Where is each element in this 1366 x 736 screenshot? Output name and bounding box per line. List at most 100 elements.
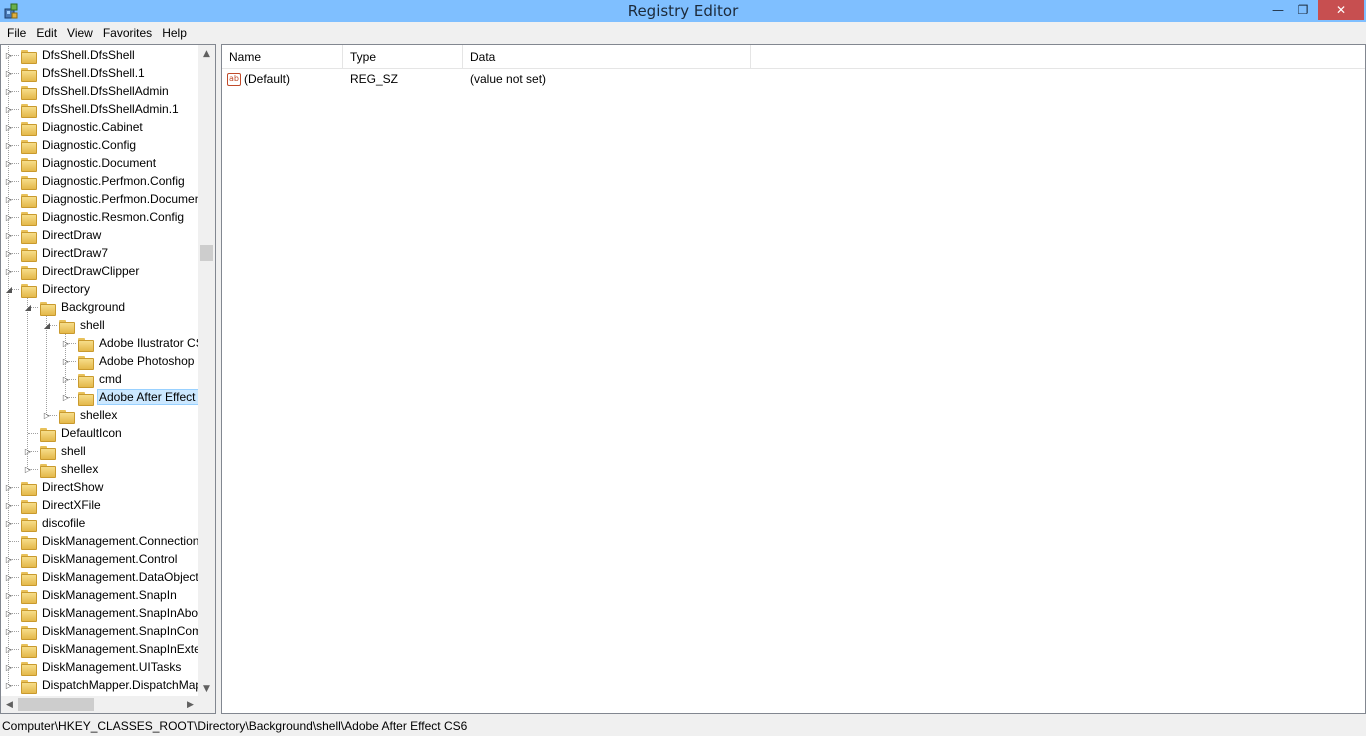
tree-node[interactable]: ▷ Adobe Photoshop (: [61, 352, 199, 370]
folder-icon: [20, 534, 37, 550]
expand-arrow-icon[interactable]: ▷: [4, 478, 14, 496]
menu-help[interactable]: Help: [157, 26, 192, 40]
tree-node[interactable]: ▷ DiskManagement.UITasks: [4, 658, 183, 676]
tree-node[interactable]: ▷ Diagnostic.Document: [4, 154, 158, 172]
column-header-type[interactable]: Type: [343, 45, 463, 69]
tree-node[interactable]: ▷ DispatchMapper.DispatchMap: [4, 676, 199, 694]
tree-node[interactable]: ▷ shell: [23, 442, 88, 460]
tree-node[interactable]: ◢ Background: [23, 298, 127, 316]
tree-node[interactable]: ▷ DfsShell.DfsShellAdmin: [4, 82, 171, 100]
expand-arrow-icon[interactable]: ▷: [4, 262, 14, 280]
tree-node[interactable]: ▷ DiskManagement.SnapIn: [4, 586, 179, 604]
tree-node[interactable]: ▷ cmd: [61, 370, 124, 388]
expand-arrow-icon[interactable]: ▷: [4, 172, 14, 190]
collapse-arrow-icon[interactable]: ◢: [23, 298, 33, 316]
expand-arrow-icon[interactable]: ▷: [4, 82, 14, 100]
tree-node[interactable]: DefaultIcon: [23, 424, 124, 442]
expand-arrow-icon[interactable]: ▷: [4, 514, 14, 532]
tree-node[interactable]: ▷ Adobe After Effect (: [61, 388, 199, 406]
tree-node-label: shellex: [80, 408, 118, 422]
tree-node[interactable]: ▷ Diagnostic.Perfmon.Documen: [4, 190, 199, 208]
expand-arrow-icon[interactable]: ▷: [4, 244, 14, 262]
tree-node[interactable]: ▷ DfsShell.DfsShell.1: [4, 64, 147, 82]
tree-horizontal-scrollbar[interactable]: ◀ ▶: [1, 696, 199, 713]
registry-tree[interactable]: ▷ DfsShell.DfsShell ▷ DfsShell.DfsShell.1 ▷ D…: [1, 45, 199, 697]
column-header-name[interactable]: Name: [222, 45, 343, 69]
collapse-arrow-icon[interactable]: ◢: [42, 316, 52, 334]
scroll-up-arrow-icon[interactable]: ▲: [198, 45, 215, 62]
string-value-icon: ab: [227, 72, 241, 86]
tree-node-label: Diagnostic.Perfmon.Config: [42, 174, 185, 188]
expand-arrow-icon[interactable]: ▷: [4, 676, 14, 694]
tree-vertical-scroll-thumb[interactable]: [200, 245, 213, 261]
tree-node[interactable]: ▷ DirectDraw: [4, 226, 103, 244]
collapse-arrow-icon[interactable]: ◢: [4, 280, 14, 298]
tree-node[interactable]: ▷ Diagnostic.Resmon.Config: [4, 208, 186, 226]
expand-arrow-icon[interactable]: ▷: [4, 550, 14, 568]
expand-arrow-icon[interactable]: ▷: [61, 352, 71, 370]
tree-node[interactable]: ▷ shellex: [23, 460, 100, 478]
column-header-data[interactable]: Data: [463, 45, 751, 69]
tree-node[interactable]: ◢ Directory: [4, 280, 92, 298]
expand-arrow-icon[interactable]: ▷: [4, 46, 14, 64]
expand-arrow-icon[interactable]: ▷: [4, 658, 14, 676]
scroll-down-arrow-icon[interactable]: ▼: [198, 680, 215, 697]
tree-node[interactable]: ▷ DirectDrawClipper: [4, 262, 141, 280]
tree-node[interactable]: ▷ discofile: [4, 514, 87, 532]
tree-node[interactable]: ◢ shell: [42, 316, 107, 334]
expand-arrow-icon[interactable]: ▷: [4, 208, 14, 226]
expand-arrow-icon[interactable]: ▷: [61, 388, 71, 406]
tree-node[interactable]: ▷ Diagnostic.Perfmon.Config: [4, 172, 187, 190]
registry-tree-pane[interactable]: ▷ DfsShell.DfsShell ▷ DfsShell.DfsShell.1 ▷ D…: [0, 44, 216, 714]
expand-arrow-icon[interactable]: ▷: [4, 190, 14, 208]
expand-arrow-icon[interactable]: ▷: [4, 586, 14, 604]
expand-arrow-icon[interactable]: ▷: [4, 118, 14, 136]
tree-horizontal-scroll-thumb[interactable]: [18, 698, 94, 711]
close-button[interactable]: ✕: [1318, 0, 1364, 20]
minimize-button[interactable]: —: [1263, 0, 1293, 20]
tree-node[interactable]: ▷ DirectShow: [4, 478, 105, 496]
tree-node[interactable]: ▷ Diagnostic.Config: [4, 136, 138, 154]
folder-icon: [20, 174, 37, 190]
tree-node[interactable]: ▷ DiskManagement.SnapInExten: [4, 640, 199, 658]
expand-arrow-icon[interactable]: ▷: [42, 406, 52, 424]
tree-node[interactable]: ▷ DfsShell.DfsShellAdmin.1: [4, 100, 181, 118]
expand-arrow-icon[interactable]: ▷: [4, 568, 14, 586]
tree-vertical-scrollbar[interactable]: ▲ ▼: [198, 45, 215, 697]
expand-arrow-icon[interactable]: ▷: [4, 640, 14, 658]
tree-node[interactable]: ▷ DirectDraw7: [4, 244, 110, 262]
menu-favorites[interactable]: Favorites: [98, 26, 157, 40]
tree-node[interactable]: ▷ DiskManagement.Control: [4, 550, 179, 568]
expand-arrow-icon[interactable]: ▷: [61, 334, 71, 352]
expand-arrow-icon[interactable]: ▷: [4, 604, 14, 622]
expand-arrow-icon[interactable]: ▷: [4, 154, 14, 172]
tree-node[interactable]: ▷ DfsShell.DfsShell: [4, 46, 137, 64]
tree-node[interactable]: DiskManagement.Connection: [4, 532, 199, 550]
expand-arrow-icon[interactable]: ▷: [4, 64, 14, 82]
expand-arrow-icon[interactable]: ▷: [4, 226, 14, 244]
tree-node[interactable]: ▷ shellex: [42, 406, 119, 424]
list-item[interactable]: ab (Default) REG_SZ (value not set): [222, 70, 751, 88]
tree-node[interactable]: ▷ Diagnostic.Cabinet: [4, 118, 145, 136]
no-expander: [4, 532, 14, 550]
scroll-right-arrow-icon[interactable]: ▶: [182, 696, 199, 713]
expand-arrow-icon[interactable]: ▷: [23, 442, 33, 460]
menu-file[interactable]: File: [2, 26, 31, 40]
expand-arrow-icon[interactable]: ▷: [4, 136, 14, 154]
menu-view[interactable]: View: [62, 26, 98, 40]
expand-arrow-icon[interactable]: ▷: [4, 496, 14, 514]
maximize-button[interactable]: ❐: [1290, 0, 1316, 20]
expand-arrow-icon[interactable]: ▷: [23, 460, 33, 478]
tree-node[interactable]: ▷ DirectXFile: [4, 496, 103, 514]
tree-node[interactable]: ▷ DiskManagement.SnapInCom: [4, 622, 199, 640]
expand-arrow-icon[interactable]: ▷: [61, 370, 71, 388]
menu-edit[interactable]: Edit: [31, 26, 62, 40]
tree-node[interactable]: ▷ Adobe Ilustrator CS: [61, 334, 199, 352]
scroll-left-arrow-icon[interactable]: ◀: [1, 696, 18, 713]
values-list-pane[interactable]: Name Type Data ab (Default) REG_SZ (valu…: [221, 44, 1366, 714]
tree-node[interactable]: ▷ DiskManagement.SnapInAbou: [4, 604, 199, 622]
tree-node-label: shell: [80, 318, 105, 332]
expand-arrow-icon[interactable]: ▷: [4, 100, 14, 118]
tree-node[interactable]: ▷ DiskManagement.DataObject: [4, 568, 199, 586]
expand-arrow-icon[interactable]: ▷: [4, 622, 14, 640]
